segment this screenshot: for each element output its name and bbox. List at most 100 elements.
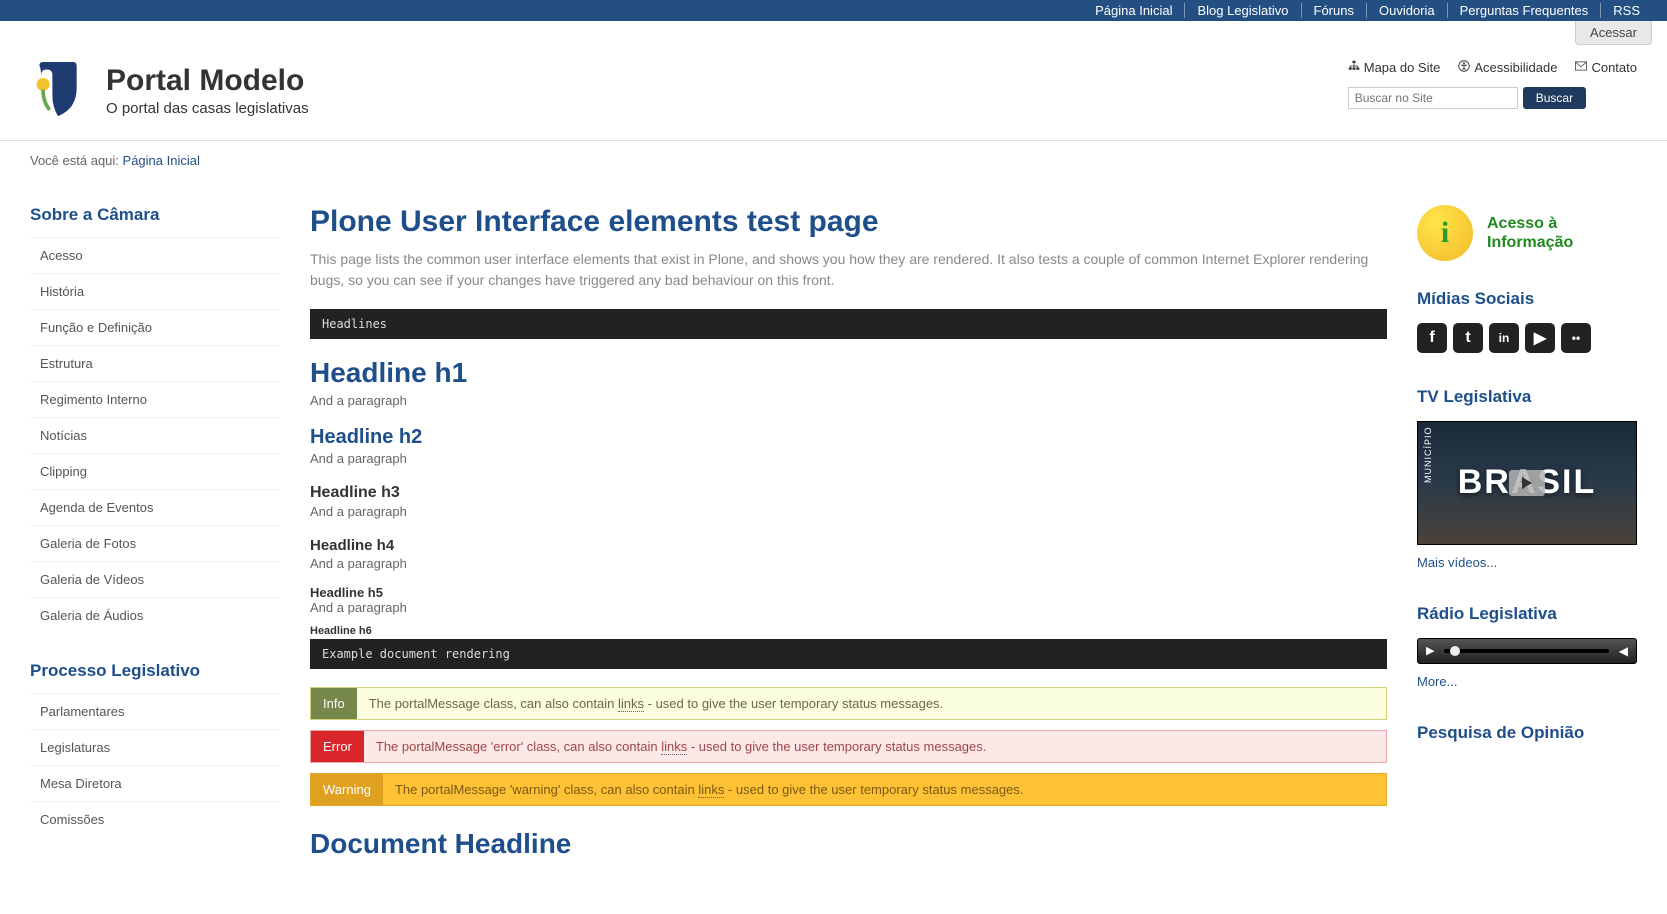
- top-nav-link[interactable]: Perguntas Frequentes: [1448, 3, 1602, 18]
- sitemap-link[interactable]: Mapa do Site: [1348, 60, 1441, 75]
- nav-link[interactable]: Galeria de Fotos: [30, 526, 280, 561]
- twitter-icon[interactable]: t: [1453, 323, 1483, 353]
- message-link[interactable]: links: [698, 782, 724, 798]
- top-nav-link[interactable]: RSS: [1601, 3, 1652, 18]
- nav-link[interactable]: Galeria de Áudios: [30, 598, 280, 633]
- tv-title: TV Legislativa: [1417, 387, 1637, 407]
- info-access-link[interactable]: i Acesso à Informação: [1417, 205, 1637, 261]
- logo-icon: [30, 60, 86, 120]
- nav-link[interactable]: Parlamentares: [30, 694, 280, 729]
- nav-link[interactable]: Notícias: [30, 418, 280, 453]
- message-link[interactable]: links: [618, 696, 644, 712]
- nav-link[interactable]: Galeria de Vídeos: [30, 562, 280, 597]
- search-button[interactable]: Buscar: [1523, 87, 1586, 109]
- breadcrumb-home[interactable]: Página Inicial: [123, 153, 200, 168]
- top-nav-link[interactable]: Ouvidoria: [1367, 3, 1448, 18]
- nav-item: Galeria de Áudios: [30, 597, 280, 633]
- message-link[interactable]: links: [661, 739, 687, 755]
- accessibility-icon: [1458, 60, 1470, 75]
- nav-item: Estrutura: [30, 345, 280, 381]
- volume-icon: ◀: [1619, 644, 1628, 658]
- nav-item: História: [30, 273, 280, 309]
- heading-h1: Headline h1: [310, 357, 1387, 389]
- nav-item: Galeria de Fotos: [30, 525, 280, 561]
- tv-brand-small: MUNICÍPIO: [1423, 426, 1433, 483]
- message-body: The portalMessage 'error' class, can als…: [364, 731, 1386, 762]
- nav-item: Legislaturas: [30, 729, 280, 765]
- top-nav-link[interactable]: Fóruns: [1302, 3, 1367, 18]
- nav-link[interactable]: História: [30, 274, 280, 309]
- tv-player[interactable]: MUNICÍPIO BRASIL: [1417, 421, 1637, 545]
- info-access-line1: Acesso à: [1487, 214, 1573, 233]
- play-icon: ▶: [1426, 644, 1434, 657]
- code-block-document: Example document rendering: [310, 639, 1387, 669]
- nav-item: Notícias: [30, 417, 280, 453]
- heading-h3: Headline h3: [310, 484, 1387, 502]
- nav-link[interactable]: Regimento Interno: [30, 382, 280, 417]
- contact-link[interactable]: Contato: [1575, 60, 1637, 75]
- login-button[interactable]: Acessar: [1575, 21, 1652, 45]
- radio-title: Rádio Legislativa: [1417, 604, 1637, 624]
- document-headline: Document Headline: [310, 828, 1387, 860]
- search-form: Buscar: [1348, 87, 1637, 109]
- accessibility-link[interactable]: Acessibilidade: [1458, 60, 1557, 75]
- nav-link[interactable]: Legislaturas: [30, 730, 280, 765]
- breadcrumb-prefix: Você está aqui:: [30, 153, 119, 168]
- paragraph: And a paragraph: [310, 556, 1387, 571]
- nav-list: ParlamentaresLegislaturasMesa DiretoraCo…: [30, 693, 280, 837]
- top-nav-link[interactable]: Blog Legislativo: [1185, 3, 1301, 18]
- message-label: Info: [311, 688, 357, 719]
- nav-item: Função e Definição: [30, 309, 280, 345]
- nav-link[interactable]: Função e Definição: [30, 310, 280, 345]
- login-row: Acessar: [0, 21, 1667, 45]
- nav-link[interactable]: Estrutura: [30, 346, 280, 381]
- search-input[interactable]: [1348, 87, 1518, 109]
- nav-section-title: Processo Legislativo: [30, 661, 280, 681]
- info-balloon-icon: i: [1417, 205, 1473, 261]
- sidebar-left: Sobre a Câmara AcessoHistóriaFunção e Def…: [30, 180, 280, 865]
- accessibility-label: Acessibilidade: [1474, 60, 1557, 75]
- top-nav-link[interactable]: Página Inicial: [1083, 3, 1185, 18]
- portal-message-info: Info The portalMessage class, can also c…: [310, 687, 1387, 720]
- nav-link[interactable]: Acesso: [30, 238, 280, 273]
- nav-link[interactable]: Comissões: [30, 802, 280, 837]
- radio-player[interactable]: ▶ ◀: [1417, 638, 1637, 664]
- facebook-icon[interactable]: f: [1417, 323, 1447, 353]
- nav-link[interactable]: Clipping: [30, 454, 280, 489]
- message-body: The portalMessage 'warning' class, can a…: [383, 774, 1386, 805]
- nav-item: Acesso: [30, 237, 280, 273]
- youtube-icon[interactable]: ▶: [1525, 323, 1555, 353]
- nav-item: Agenda de Eventos: [30, 489, 280, 525]
- nav-section-title: Sobre a Câmara: [30, 205, 280, 225]
- info-access-text: Acesso à Informação: [1487, 214, 1573, 252]
- more-videos-link[interactable]: Mais vídeos...: [1417, 555, 1497, 570]
- radio-thumb[interactable]: [1450, 646, 1460, 656]
- paragraph: And a paragraph: [310, 393, 1387, 408]
- social-title: Mídias Sociais: [1417, 289, 1637, 309]
- nav-item: Galeria de Vídeos: [30, 561, 280, 597]
- radio-track[interactable]: [1444, 649, 1608, 653]
- site-title: Portal Modelo: [106, 64, 309, 98]
- play-icon: [1509, 470, 1545, 496]
- breadcrumb: Você está aqui: Página Inicial: [0, 141, 1667, 180]
- message-body: The portalMessage class, can also contai…: [357, 688, 1386, 719]
- nav-link[interactable]: Mesa Diretora: [30, 766, 280, 801]
- flickr-icon[interactable]: ••: [1561, 323, 1591, 353]
- heading-h6: Headline h6: [310, 625, 1387, 637]
- portal-message-warning: Warning The portalMessage 'warning' clas…: [310, 773, 1387, 806]
- nav-link[interactable]: Agenda de Eventos: [30, 490, 280, 525]
- more-link[interactable]: More...: [1417, 674, 1457, 689]
- message-text: The portalMessage 'warning' class, can a…: [395, 782, 698, 797]
- nav-list: AcessoHistóriaFunção e DefiniçãoEstrutur…: [30, 237, 280, 633]
- message-text: - used to give the user temporary status…: [687, 739, 986, 754]
- brand: Portal Modelo O portal das casas legisla…: [30, 60, 309, 120]
- paragraph: And a paragraph: [310, 451, 1387, 466]
- sitemap-icon: [1348, 60, 1360, 75]
- linkedin-icon[interactable]: in: [1489, 323, 1519, 353]
- nav-item: Parlamentares: [30, 693, 280, 729]
- message-text: - used to give the user temporary status…: [644, 696, 943, 711]
- header: Portal Modelo O portal das casas legisla…: [0, 45, 1667, 140]
- heading-h4: Headline h4: [310, 537, 1387, 554]
- nav-item: Regimento Interno: [30, 381, 280, 417]
- main-content: Plone User Interface elements test page …: [310, 180, 1387, 865]
